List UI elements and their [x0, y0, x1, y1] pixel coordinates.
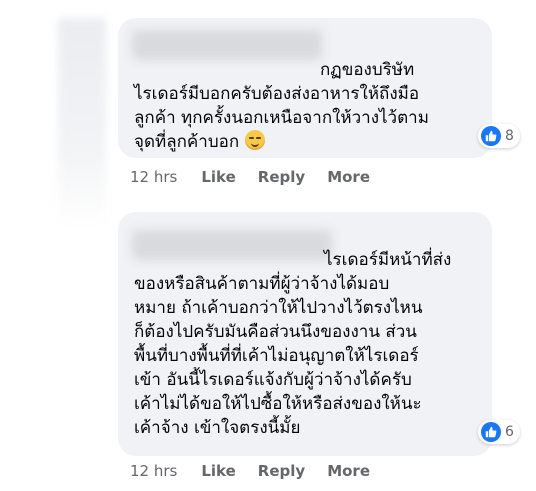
comment-text-line: หมาย ถ้าเค้าบอกว่าให้ไปวางไว้ตรงไหน [134, 298, 423, 318]
reaction-badge[interactable]: 6 [478, 420, 520, 444]
more-button[interactable]: More [327, 462, 370, 480]
smirking-face-emoji-icon [245, 130, 266, 150]
comment-actions: 12 hrs Like Reply More [130, 168, 392, 186]
comment-text-line: ไรเดอร์มีหน้าที่ส่ง [324, 250, 452, 270]
redacted-commenter-name [132, 30, 322, 60]
comment-text-line: กฏของบริษัท [320, 60, 415, 80]
comment-actions: 12 hrs Like Reply More [130, 462, 392, 480]
comment-timestamp[interactable]: 12 hrs [130, 462, 177, 480]
comment-text-line: พื้นที่บางพื้นที่ที่เค้าไม่อนุญาตให้ไรเด… [134, 346, 419, 366]
reply-button[interactable]: Reply [258, 168, 305, 186]
comment-text-line: เค้าจ้าง เข้าใจตรงนี้มั้ย [134, 418, 301, 438]
comment-text-line: ของหรือสินค้าตามที่ผู้ว่าจ้างได้มอบ [134, 274, 390, 294]
comment-text-line: ลูกค้า ทุกครั้งนอกเหนือจากให้วางไว้ตาม [134, 108, 429, 128]
thumbs-up-icon [481, 126, 501, 146]
comment-text-line: ก็ต้องไปครับมันคือส่วนนึงของงาน ส่วน [134, 322, 417, 342]
redacted-commenter-name [132, 230, 332, 260]
comment-text-line: เข้า อันนี้ไรเดอร์แจ้งกับผู้ว่าจ้างได้คร… [134, 370, 412, 390]
comment-text-line: เค้าไม่ได้ขอให้ไปซื้อให้หรือส่งของให้นะ [134, 394, 422, 414]
reply-button[interactable]: Reply [258, 462, 305, 480]
avatar-blurred [58, 18, 106, 228]
reaction-badge[interactable]: 8 [478, 124, 520, 148]
thumbs-up-icon [481, 422, 501, 442]
reaction-count: 6 [505, 424, 514, 440]
comment-bubble: ไรเดอร์มีหน้าที่ส่ง ของหรือสินค้าตามที่ผ… [118, 212, 492, 456]
reaction-count: 8 [505, 128, 514, 144]
like-button[interactable]: Like [201, 462, 235, 480]
comment-bubble: กฏของบริษัท ไรเดอร์มีบอกครับต้องส่งอาหาร… [118, 18, 492, 158]
like-button[interactable]: Like [201, 168, 235, 186]
more-button[interactable]: More [327, 168, 370, 186]
comment-timestamp[interactable]: 12 hrs [130, 168, 177, 186]
comment-text-line: จุดที่ลูกค้าบอก [134, 130, 266, 154]
comment-text-line: ไรเดอร์มีบอกครับต้องส่งอาหารให้ถึงมือ [134, 84, 420, 104]
